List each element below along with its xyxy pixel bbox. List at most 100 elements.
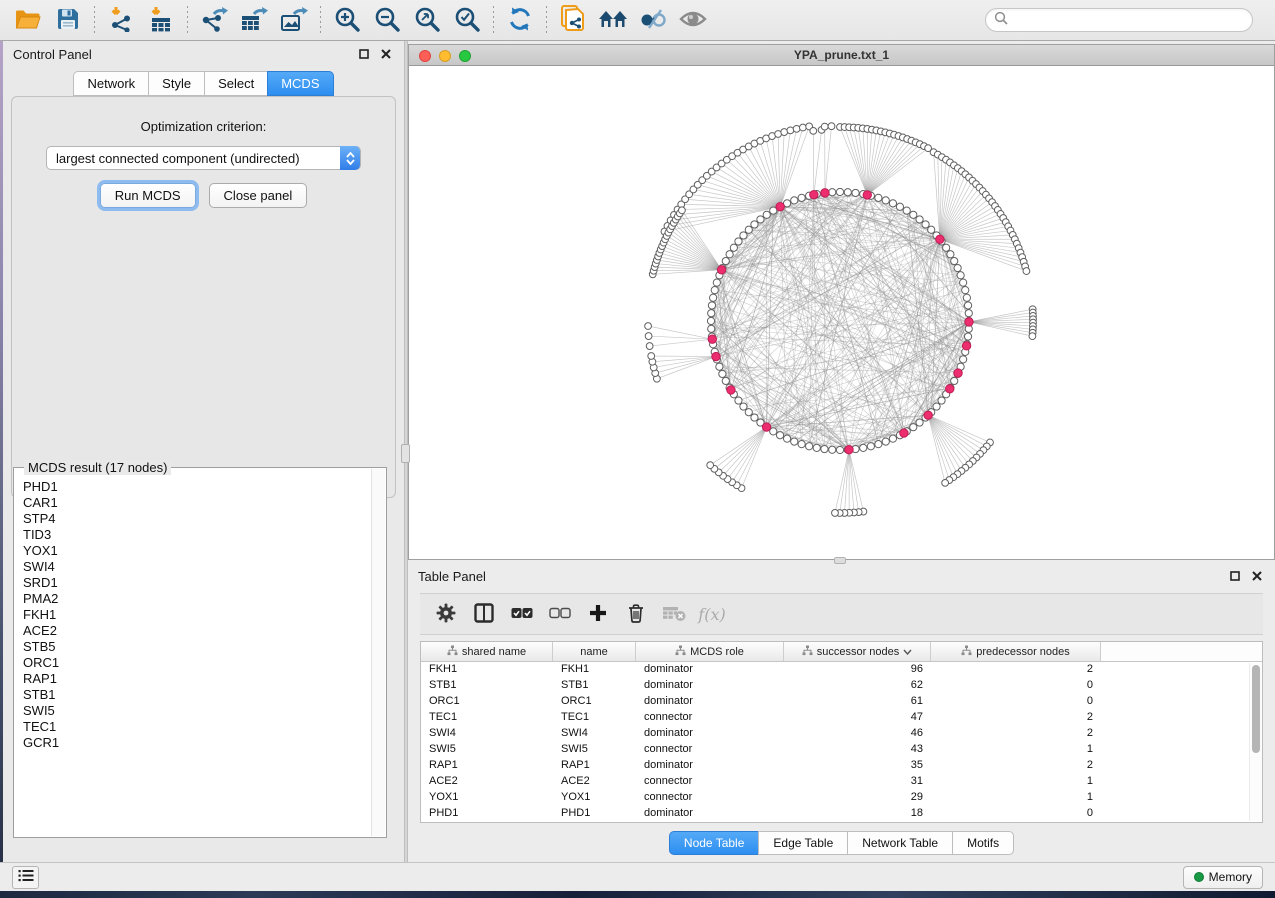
network-node[interactable] [716,363,723,370]
memory-button[interactable]: Memory [1183,866,1263,889]
network-node[interactable] [963,294,970,301]
network-node[interactable] [806,443,813,450]
tab-mcds[interactable]: MCDS [267,71,333,96]
deselect-all-button[interactable] [544,598,576,630]
network-view-canvas[interactable] [409,66,1274,559]
mcds-dominator-node[interactable] [954,369,962,377]
network-node[interactable] [791,197,798,204]
mcds-result-item[interactable]: ORC1 [23,655,371,671]
network-node[interactable] [896,203,903,210]
vertical-splitter-grip[interactable] [401,444,410,463]
table-row[interactable]: FKH1FKH1dominator962 [421,662,1262,678]
mcds-dominator-node[interactable] [727,386,735,394]
float-panel-icon[interactable] [356,46,372,62]
network-node[interactable] [798,194,805,201]
mcds-result-item[interactable]: STB5 [23,639,371,655]
network-node[interactable] [965,310,972,317]
zoom-selected-button[interactable] [447,3,487,37]
mcds-dominator-node[interactable] [946,385,954,393]
select-all-button[interactable] [506,598,538,630]
network-node[interactable] [938,397,945,404]
network-node[interactable] [740,403,747,410]
network-node[interactable] [799,124,806,131]
mcds-result-item[interactable]: CAR1 [23,495,371,511]
network-node[interactable] [951,257,958,264]
network-node[interactable] [645,333,652,340]
export-network-button[interactable] [194,3,234,37]
mcds-dominator-node[interactable] [708,335,716,343]
mcds-dominator-node[interactable] [712,352,720,360]
table-row[interactable]: ACE2ACE2connector311 [421,774,1262,790]
table-row[interactable]: RAP1RAP1dominator352 [421,758,1262,774]
network-node[interactable] [821,123,828,130]
network-node[interactable] [735,397,742,404]
mcds-result-item[interactable]: SWI4 [23,559,371,575]
network-node[interactable] [710,294,717,301]
share-document-button[interactable] [553,3,593,37]
mcds-dominator-node[interactable] [863,191,871,199]
mcds-result-item[interactable]: RAP1 [23,671,371,687]
column-header-MCDS-role[interactable]: MCDS role [636,642,784,661]
network-node[interactable] [947,251,954,258]
network-node[interactable] [713,279,720,286]
float-panel-icon[interactable] [1227,568,1243,584]
network-node[interactable] [793,125,800,132]
network-node[interactable] [722,377,729,384]
import-table-button[interactable] [141,3,181,37]
network-node[interactable] [829,189,836,196]
network-node[interactable] [751,414,758,421]
column-header-shared-name[interactable]: shared name [421,642,553,661]
mcds-dominator-node[interactable] [717,266,725,274]
mcds-result-item[interactable]: TID3 [23,527,371,543]
network-node[interactable] [951,377,958,384]
window-zoom-icon[interactable] [459,50,471,62]
mcds-dominator-node[interactable] [776,202,784,210]
hide-glasses-button[interactable] [633,3,673,37]
network-node[interactable] [922,221,929,228]
network-node[interactable] [954,264,961,271]
tab-network[interactable]: Network [73,71,148,96]
network-node[interactable] [832,510,839,517]
mcds-dominator-node[interactable] [810,190,818,198]
tab-edge-table[interactable]: Edge Table [758,831,847,855]
mcds-result-item[interactable]: STB1 [23,687,371,703]
export-table-button[interactable] [234,3,274,37]
network-node[interactable] [916,216,923,223]
network-node[interactable] [726,251,733,258]
mcds-dominator-node[interactable] [965,318,973,326]
network-node[interactable] [708,310,715,317]
import-network-button[interactable] [101,3,141,37]
open-file-button[interactable] [8,3,48,37]
function-builder-button[interactable]: f(x) [696,598,728,630]
network-node[interactable] [707,317,714,324]
network-node[interactable] [875,194,882,201]
criterion-select[interactable]: largest connected component (undirected) [46,146,361,170]
network-node[interactable] [903,207,910,214]
network-node[interactable] [813,444,820,451]
network-node[interactable] [648,353,655,360]
mcds-result-item[interactable]: GCR1 [23,735,371,751]
network-node[interactable] [860,444,867,451]
add-column-button[interactable] [582,598,614,630]
table-row[interactable]: SWI5SWI5connector431 [421,742,1262,758]
mcds-result-item[interactable]: SWI5 [23,703,371,719]
network-node[interactable] [810,127,817,134]
network-node[interactable] [763,211,770,218]
network-node[interactable] [933,403,940,410]
network-node[interactable] [740,232,747,239]
mcds-result-list[interactable]: PHD1CAR1STP4TID3YOX1SWI4SRD1PMA2FKH1ACE2… [15,469,371,836]
network-node[interactable] [708,302,715,309]
network-node[interactable] [646,343,653,350]
network-node[interactable] [757,216,764,223]
network-node[interactable] [711,287,718,294]
table-row[interactable]: ORC1ORC1dominator610 [421,694,1262,710]
network-node[interactable] [829,446,836,453]
network-node[interactable] [730,244,737,251]
close-panel-icon[interactable] [378,46,394,62]
network-node[interactable] [735,238,742,245]
mcds-dominator-node[interactable] [821,189,829,197]
horizontal-splitter-grip[interactable] [834,557,846,564]
window-close-icon[interactable] [419,50,431,62]
network-node[interactable] [828,123,835,130]
window-minimize-icon[interactable] [439,50,451,62]
